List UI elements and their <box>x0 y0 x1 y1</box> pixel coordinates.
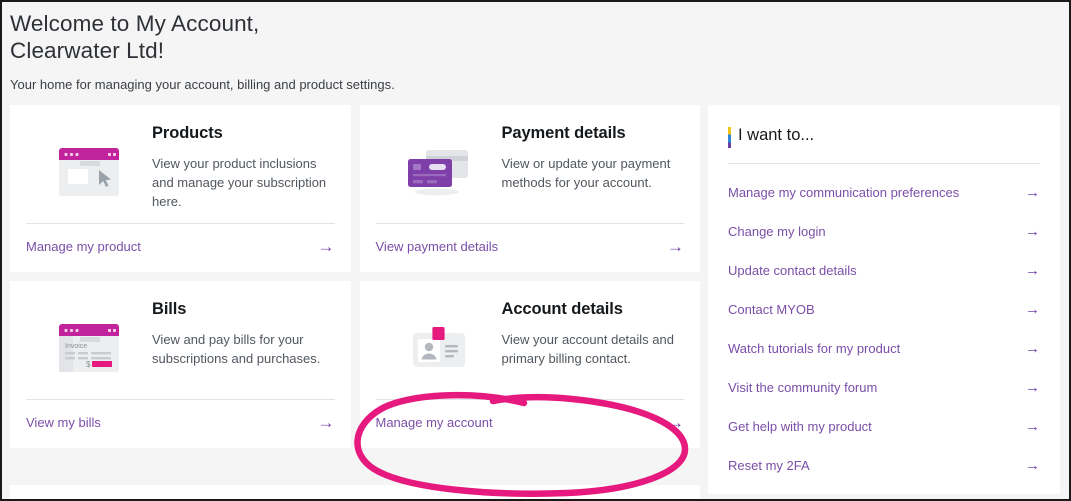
arrow-right-icon: → <box>1025 262 1040 279</box>
credit-cards-icon-svg <box>407 150 468 196</box>
arrow-right-icon: → <box>1025 223 1040 240</box>
card-bills-description: View and pay bills for your subscription… <box>152 332 321 366</box>
svg-text:$: $ <box>86 360 91 369</box>
sidebar-item-label: Contact MYOB <box>728 302 815 317</box>
card-products-text: Products View your product inclusions an… <box>152 123 335 223</box>
cards-column: Products View your product inclusions an… <box>10 105 700 457</box>
arrow-right-icon: → <box>1025 379 1040 396</box>
card-account-details-footer: Manage my account → <box>360 400 701 448</box>
sidebar-item-label: Change my login <box>728 224 826 239</box>
svg-text:Invoice: Invoice <box>65 343 87 350</box>
arrow-right-icon: → <box>1025 340 1040 357</box>
manage-my-account-link[interactable]: Manage my account <box>376 415 493 431</box>
sidebar-item-label: Manage my communication preferences <box>728 185 960 200</box>
arrow-right-icon[interactable]: → <box>667 238 684 255</box>
arrow-right-icon: → <box>1025 301 1040 318</box>
card-payment-details-footer: View payment details → <box>360 224 701 272</box>
browser-window-icon <box>26 123 152 223</box>
card-row-1: Products View your product inclusions an… <box>10 105 700 272</box>
my-account-page: Welcome to My Account, Clearwater Ltd! Y… <box>2 2 1069 499</box>
sidebar-item-label: Get help with my product <box>728 419 872 434</box>
i-want-to-panel: I want to... Manage my communication pre… <box>708 105 1060 494</box>
card-bills-top: Invoice $ Bills View and pay bills for y… <box>10 281 351 399</box>
card-payment-details-description: View or update your payment methods for … <box>501 156 671 190</box>
card-account-details-title: Account details <box>501 300 623 318</box>
page-body: Products View your product inclusions an… <box>2 105 1069 494</box>
screenshot-frame: Welcome to My Account, Clearwater Ltd! Y… <box>0 0 1071 501</box>
card-products-footer: Manage my product → <box>10 224 351 272</box>
card-products[interactable]: Products View your product inclusions an… <box>10 105 351 272</box>
page-subtitle: Your home for managing your account, bil… <box>10 77 395 92</box>
sidebar-item-update-contact-details[interactable]: Update contact details → <box>728 251 1040 290</box>
i-want-to-list: Manage my communication preferences → Ch… <box>708 164 1060 485</box>
card-bills[interactable]: Invoice $ Bills View and pay bills for y… <box>10 281 351 448</box>
card-products-title: Products <box>152 124 223 142</box>
page-title: Welcome to My Account, Clearwater Ltd! <box>10 11 260 63</box>
card-row-2: Invoice $ Bills View and pay bills for y… <box>10 281 700 448</box>
view-my-bills-link[interactable]: View my bills <box>26 415 101 431</box>
card-bills-title: Bills <box>152 300 187 318</box>
next-card-row-partial <box>10 485 700 499</box>
card-payment-details-text: Payment details View or update your paym… <box>502 123 685 223</box>
browser-window-icon-svg <box>59 148 119 196</box>
card-account-details-top: Account details View your account detail… <box>360 281 701 399</box>
brand-accent-bar-icon <box>728 127 731 148</box>
manage-my-product-link[interactable]: Manage my product <box>26 239 141 255</box>
arrow-right-icon: → <box>1025 184 1040 201</box>
card-account-details[interactable]: Account details View your account detail… <box>359 281 701 448</box>
sidebar-item-visit-community-forum[interactable]: Visit the community forum → <box>728 368 1040 407</box>
sidebar-item-contact-myob[interactable]: Contact MYOB → <box>728 290 1040 329</box>
sidebar-item-manage-communication-preferences[interactable]: Manage my communication preferences → <box>728 173 1040 212</box>
card-payment-details-top: Payment details View or update your paym… <box>360 105 701 223</box>
view-payment-details-link[interactable]: View payment details <box>376 239 499 255</box>
sidebar-item-get-help[interactable]: Get help with my product → <box>728 407 1040 446</box>
card-bills-text: Bills View and pay bills for your subscr… <box>152 299 335 399</box>
credit-cards-icon <box>376 123 502 223</box>
card-account-details-text: Account details View your account detail… <box>502 299 685 399</box>
invoice-icon-svg: Invoice $ <box>59 324 119 372</box>
i-want-to-header: I want to... <box>708 105 1060 148</box>
invoice-icon: Invoice $ <box>26 299 152 399</box>
id-badge-icon-svg <box>412 327 465 367</box>
card-products-top: Products View your product inclusions an… <box>10 105 351 223</box>
i-want-to-title: I want to... <box>738 126 815 144</box>
arrow-right-icon[interactable]: → <box>667 414 684 431</box>
page-header: Welcome to My Account, Clearwater Ltd! Y… <box>2 2 1069 93</box>
arrow-right-icon: → <box>1025 457 1040 474</box>
id-badge-icon <box>376 299 502 399</box>
sidebar-item-reset-2fa[interactable]: Reset my 2FA → <box>728 446 1040 485</box>
sidebar-item-change-my-login[interactable]: Change my login → <box>728 212 1040 251</box>
card-account-details-description: View your account details and primary bi… <box>501 332 674 366</box>
sidebar-item-watch-tutorials[interactable]: Watch tutorials for my product → <box>728 329 1040 368</box>
sidebar-item-label: Reset my 2FA <box>728 458 810 473</box>
sidebar-item-label: Visit the community forum <box>728 380 878 395</box>
arrow-right-icon[interactable]: → <box>318 238 335 255</box>
card-bills-footer: View my bills → <box>10 400 351 448</box>
arrow-right-icon[interactable]: → <box>318 414 335 431</box>
sidebar-item-label: Update contact details <box>728 263 857 278</box>
card-payment-details-title: Payment details <box>501 124 626 142</box>
card-products-description: View your product inclusions and manage … <box>152 156 327 209</box>
card-payment-details[interactable]: Payment details View or update your paym… <box>359 105 701 272</box>
sidebar-item-label: Watch tutorials for my product <box>728 341 901 356</box>
arrow-right-icon: → <box>1025 418 1040 435</box>
